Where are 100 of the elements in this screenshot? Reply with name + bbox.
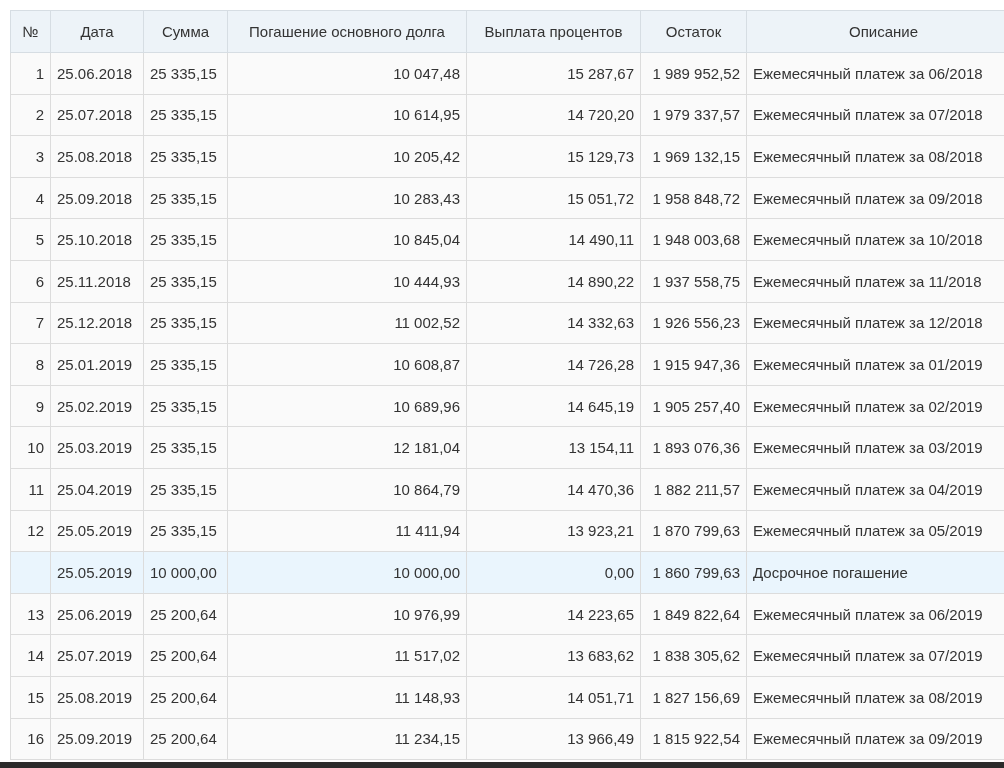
table-cell: 25 335,15 <box>143 385 228 427</box>
table-cell: 25 200,64 <box>143 718 228 760</box>
table-cell: 10 608,87 <box>227 343 467 386</box>
table-cell: 9 <box>10 385 51 427</box>
table-cell: 25 335,15 <box>143 260 228 303</box>
table-cell: 14 890,22 <box>466 260 641 303</box>
table-cell: 14 <box>10 634 51 677</box>
table-cell: 1 989 952,52 <box>640 52 747 95</box>
table-cell: 25.02.2019 <box>50 385 144 427</box>
table-cell: 10 000,00 <box>227 551 467 594</box>
table-cell: 25 335,15 <box>143 468 228 511</box>
table-cell: 10 864,79 <box>227 468 467 511</box>
table-cell: 15 287,67 <box>466 52 641 95</box>
table-cell: 25 335,15 <box>143 135 228 178</box>
table-cell: 1 948 003,68 <box>640 218 747 261</box>
table-cell: 25.12.2018 <box>50 302 144 344</box>
table-cell: 12 <box>10 510 51 552</box>
table-cell: 14 490,11 <box>466 218 641 261</box>
table-cell: 10 283,43 <box>227 177 467 219</box>
column-header: № <box>10 10 51 53</box>
table-cell: 5 <box>10 218 51 261</box>
table-cell: 25 335,15 <box>143 510 228 552</box>
table-cell: 15 051,72 <box>466 177 641 219</box>
table-cell: 14 332,63 <box>466 302 641 344</box>
table-cell: 1 915 947,36 <box>640 343 747 386</box>
table-cell: 1 838 305,62 <box>640 634 747 677</box>
table-cell: 10 047,48 <box>227 52 467 95</box>
table-cell: 10 845,04 <box>227 218 467 261</box>
table-cell: 13 154,11 <box>466 426 641 469</box>
table-cell: 25 200,64 <box>143 634 228 677</box>
table-cell: 25 335,15 <box>143 94 228 136</box>
table-cell: 11 234,15 <box>227 718 467 760</box>
table-cell: 10 205,42 <box>227 135 467 178</box>
table-cell: 15 129,73 <box>466 135 641 178</box>
column-header: Описание <box>746 10 1004 53</box>
table-cell: 1 <box>10 52 51 95</box>
column-header: Сумма <box>143 10 228 53</box>
table-cell: 10 614,95 <box>227 94 467 136</box>
table-cell: 25.06.2019 <box>50 593 144 635</box>
table-cell: 11 148,93 <box>227 676 467 718</box>
table-cell: 11 002,52 <box>227 302 467 344</box>
table-cell: 25.04.2019 <box>50 468 144 511</box>
table-cell: 25.05.2019 <box>50 510 144 552</box>
table-cell: 13 683,62 <box>466 634 641 677</box>
table-cell: 1 958 848,72 <box>640 177 747 219</box>
table-cell: 14 470,36 <box>466 468 641 511</box>
table-cell: 0,00 <box>466 551 641 594</box>
table-cell: 13 923,21 <box>466 510 641 552</box>
table-cell: 1 979 337,57 <box>640 94 747 136</box>
table-cell: 25.07.2019 <box>50 634 144 677</box>
column-header: Выплата процентов <box>466 10 641 53</box>
table-cell: 25 335,15 <box>143 177 228 219</box>
table-cell: 14 051,71 <box>466 676 641 718</box>
table-cell: 25.08.2018 <box>50 135 144 178</box>
table-cell: 1 969 132,15 <box>640 135 747 178</box>
table-cell: 25 200,64 <box>143 593 228 635</box>
table-cell: 6 <box>10 260 51 303</box>
table-cell: 4 <box>10 177 51 219</box>
table-cell: 10 444,93 <box>227 260 467 303</box>
table-cell: 11 411,94 <box>227 510 467 552</box>
table-cell: 1 849 822,64 <box>640 593 747 635</box>
table-cell: 25.01.2019 <box>50 343 144 386</box>
table-cell: 14 720,20 <box>466 94 641 136</box>
table-cell: 25.11.2018 <box>50 260 144 303</box>
table-cell: 12 181,04 <box>227 426 467 469</box>
table-cell: 8 <box>10 343 51 386</box>
table-cell: 1 926 556,23 <box>640 302 747 344</box>
table-cell: 25.03.2019 <box>50 426 144 469</box>
table-cell: 3 <box>10 135 51 178</box>
table-cell: 25 335,15 <box>143 343 228 386</box>
table-cell: 14 726,28 <box>466 343 641 386</box>
table-cell: 1 860 799,63 <box>640 551 747 594</box>
table-cell: 25.06.2018 <box>50 52 144 95</box>
table-cell: 25.10.2018 <box>50 218 144 261</box>
table-cell: 7 <box>10 302 51 344</box>
table-cell: 1 905 257,40 <box>640 385 747 427</box>
table-cell: 14 223,65 <box>466 593 641 635</box>
table-cell: 1 827 156,69 <box>640 676 747 718</box>
table-cell: 2 <box>10 94 51 136</box>
table-cell: 1 893 076,36 <box>640 426 747 469</box>
table-cell: 25.09.2019 <box>50 718 144 760</box>
table-cell: 13 <box>10 593 51 635</box>
table-cell: 25 200,64 <box>143 676 228 718</box>
table-cell: 25 335,15 <box>143 426 228 469</box>
table-cell: 1 870 799,63 <box>640 510 747 552</box>
table-cell: 25.08.2019 <box>50 676 144 718</box>
table-cell: 1 815 922,54 <box>640 718 747 760</box>
table-cell: 10 976,99 <box>227 593 467 635</box>
table-cell: 13 966,49 <box>466 718 641 760</box>
table-cell: 25 335,15 <box>143 302 228 344</box>
table-cell: 11 517,02 <box>227 634 467 677</box>
table-cell: 14 645,19 <box>466 385 641 427</box>
table-cell: 15 <box>10 676 51 718</box>
table-cell: 25 335,15 <box>143 218 228 261</box>
table-cell: 25.05.2019 <box>50 551 144 594</box>
table-cell: 10 <box>10 426 51 469</box>
table-cell: 1 882 211,57 <box>640 468 747 511</box>
column-header: Остаток <box>640 10 747 53</box>
table-cell: 1 937 558,75 <box>640 260 747 303</box>
table-cell: 25.09.2018 <box>50 177 144 219</box>
